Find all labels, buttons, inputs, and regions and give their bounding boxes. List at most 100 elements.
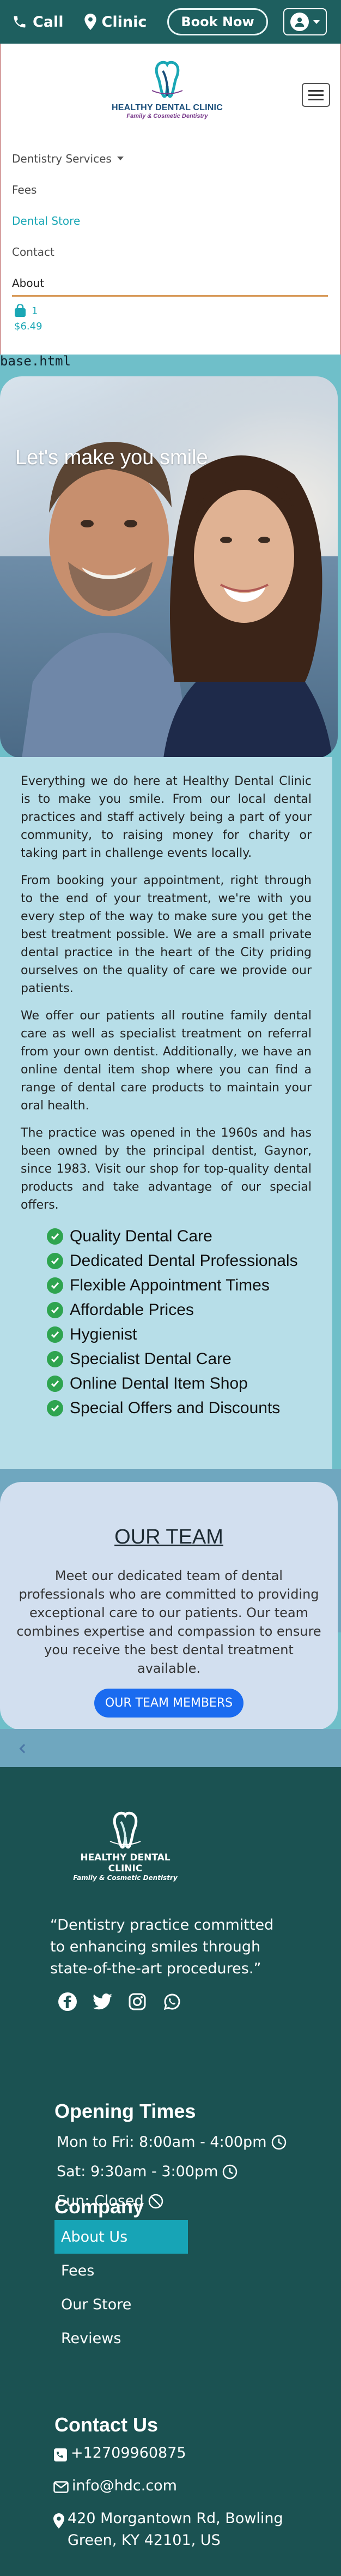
clock-icon	[223, 2164, 238, 2179]
feature-label: Hygienist	[70, 1325, 137, 1343]
book-now-button[interactable]: Book Now	[167, 8, 268, 35]
envelope-icon	[53, 2481, 69, 2493]
feature-item: Quality Dental Care	[47, 1224, 312, 1248]
about-section: Everything we do here at Healthy Dental …	[0, 757, 332, 1469]
contact-phone[interactable]: +12709960875	[53, 2442, 186, 2464]
shopping-bag-icon	[15, 304, 26, 317]
site-footer: HEALTHY DENTAL CLINIC Family & Cosmetic …	[0, 1767, 341, 2576]
feature-label: Affordable Prices	[70, 1301, 194, 1319]
nav-item-label: Dental Store	[12, 214, 81, 227]
footer-link-reviews[interactable]: Reviews	[54, 2321, 188, 2355]
feature-item: Dedicated Dental Professionals	[47, 1248, 312, 1273]
check-circle-icon	[47, 1228, 63, 1245]
clinic-label: Clinic	[101, 13, 147, 31]
feature-label: Flexible Appointment Times	[70, 1276, 270, 1294]
feature-label: Online Dental Item Shop	[70, 1374, 248, 1392]
cart-total: $6.49	[14, 321, 42, 332]
footer-logo-tagline: Family & Cosmetic Dentistry	[73, 1874, 178, 1882]
caret-down-icon	[117, 157, 124, 160]
feature-item: Affordable Prices	[47, 1298, 312, 1322]
team-heading: OUR TEAM	[114, 1526, 223, 1548]
hero-title: Let's make you smile	[15, 446, 208, 469]
check-circle-icon	[47, 1326, 63, 1343]
ban-icon	[148, 2194, 163, 2208]
footer-logo-name: HEALTHY DENTAL CLINIC	[80, 1852, 170, 1874]
nav-item-label: Dentistry Services	[12, 152, 112, 165]
top-bar: Call Clinic Book Now	[0, 0, 341, 44]
call-link[interactable]: Call	[12, 14, 64, 31]
hero-couple-image	[22, 442, 332, 758]
contact-address-text: 420 Morgantown Rd, Bowling Green, KY 421…	[68, 2510, 283, 2549]
feature-item: Online Dental Item Shop	[47, 1371, 312, 1396]
footer-tagline: “Dentistry practice committed to enhanci…	[50, 1917, 274, 1977]
clinic-link[interactable]: Clinic	[84, 14, 147, 31]
feature-item: Hygienist	[47, 1322, 312, 1347]
check-circle-icon	[47, 1375, 63, 1392]
phone-square-icon	[54, 2448, 67, 2461]
clock-icon	[271, 2135, 286, 2149]
team-members-button[interactable]: OUR TEAM MEMBERS	[94, 1689, 244, 1718]
feature-label: Specialist Dental Care	[70, 1350, 232, 1368]
company-heading: Company	[54, 2195, 144, 2218]
cart-summary[interactable]: 1 $6.49	[14, 304, 42, 332]
about-paragraph: Everything we do here at Healthy Dental …	[21, 774, 312, 860]
hours-weekday: Mon to Fri: 8:00am - 4:00pm	[57, 2134, 287, 2151]
feature-item: Specialist Dental Care	[47, 1347, 312, 1371]
user-menu-button[interactable]	[283, 8, 327, 35]
whatsapp-icon[interactable]	[161, 1991, 183, 2013]
footer-link-fees[interactable]: Fees	[54, 2254, 188, 2287]
nav-item-label: Fees	[12, 183, 37, 196]
check-circle-icon	[47, 1301, 63, 1318]
check-circle-icon	[47, 1277, 63, 1294]
check-circle-icon	[47, 1350, 63, 1367]
hero-banner: Let's make you smile	[0, 376, 338, 758]
contact-email[interactable]: info@hdc.com	[53, 2475, 177, 2497]
nav-divider	[12, 295, 328, 297]
feature-list: Quality Dental Care Dedicated Dental Pro…	[47, 1224, 312, 1420]
map-pin-icon	[84, 14, 96, 30]
menu-toggle-button[interactable]	[302, 83, 330, 107]
nav-item-about[interactable]: About	[12, 267, 328, 298]
twitter-icon[interactable]	[92, 1991, 113, 2013]
nav-item-label: Contact	[12, 245, 54, 259]
nav-list: Dentistry Services Fees Dental Store Con…	[12, 143, 328, 297]
opening-times-heading: Opening Times	[54, 2100, 196, 2122]
nav-item-fees[interactable]: Fees	[12, 174, 328, 205]
feature-item: Special Offers and Discounts	[47, 1396, 312, 1420]
contact-phone-text: +12709960875	[71, 2445, 186, 2461]
nav-item-label: About	[12, 276, 45, 290]
chevron-left-icon[interactable]	[19, 1744, 29, 1754]
feature-label: Quality Dental Care	[70, 1227, 212, 1245]
hours-weekday-text: Mon to Fri: 8:00am - 4:00pm	[57, 2134, 267, 2151]
footer-logo[interactable]: HEALTHY DENTAL CLINIC Family & Cosmetic …	[65, 1811, 185, 1882]
facebook-icon[interactable]	[57, 1991, 78, 2013]
contact-email-text: info@hdc.com	[72, 2477, 177, 2494]
footer-link-our-store[interactable]: Our Store	[54, 2287, 188, 2321]
nav-item-dentistry-services[interactable]: Dentistry Services	[12, 143, 328, 174]
footer-link-about-us[interactable]: About Us	[54, 2220, 188, 2254]
navigation-panel: HEALTHY DENTAL CLINIC Family & Cosmetic …	[0, 44, 341, 355]
team-description: Meet our dedicated team of dental profes…	[16, 1568, 321, 1676]
team-nav-strip	[0, 1729, 341, 1767]
feature-label: Special Offers and Discounts	[70, 1399, 281, 1417]
cart-count: 1	[32, 305, 38, 317]
base-file-label: base.html	[0, 353, 71, 369]
social-links	[57, 1991, 183, 2013]
call-label: Call	[33, 13, 64, 31]
about-paragraph: We offer our patients all routine family…	[21, 1009, 312, 1113]
feature-label: Dedicated Dental Professionals	[70, 1252, 298, 1270]
nav-item-contact[interactable]: Contact	[12, 236, 328, 267]
about-paragraph: The practice was opened in the 1960s and…	[21, 1126, 312, 1212]
tooth-logo-icon	[109, 1811, 141, 1849]
hamburger-icon	[308, 89, 324, 92]
contact-address[interactable]: 420 Morgantown Rd, Bowling Green, KY 421…	[53, 2508, 293, 2551]
feature-item: Flexible Appointment Times	[47, 1273, 312, 1298]
logo-tagline: Family & Cosmetic Dentistry	[126, 113, 208, 119]
user-icon	[290, 13, 309, 31]
nav-item-dental-store[interactable]: Dental Store	[12, 205, 328, 236]
check-circle-icon	[47, 1252, 63, 1269]
company-links: About Us Fees Our Store Reviews	[54, 2220, 188, 2355]
contact-heading: Contact Us	[54, 2413, 159, 2436]
clinic-logo[interactable]: HEALTHY DENTAL CLINIC Family & Cosmetic …	[107, 60, 227, 119]
instagram-icon[interactable]	[126, 1991, 148, 2013]
